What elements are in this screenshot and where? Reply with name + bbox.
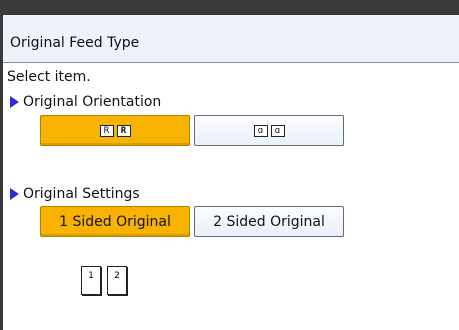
page-preview: 1 2 <box>81 266 127 295</box>
orientation-section-title: Original Orientation <box>10 94 161 110</box>
settings-title: Original Settings <box>23 186 140 202</box>
select-item-prompt: Select item. <box>7 69 91 85</box>
two-sided-label: 2 Sided Original <box>213 213 325 230</box>
one-sided-original-button[interactable]: 1 Sided Original <box>40 206 190 237</box>
orientation-unreadable-button[interactable]: ɑ ɑ <box>194 115 344 146</box>
dialog-title: Original Feed Type <box>10 35 140 51</box>
two-sided-original-button[interactable]: 2 Sided Original <box>194 206 344 237</box>
orientation-title: Original Orientation <box>23 94 162 110</box>
screen: Original Feed Type Select item. Original… <box>0 0 459 330</box>
section-triangle-icon <box>10 188 19 200</box>
page-1-label: 1 <box>88 271 94 281</box>
one-sided-label: 1 Sided Original <box>59 213 171 230</box>
section-triangle-icon <box>10 96 19 108</box>
page-2-label: 2 <box>114 271 120 281</box>
unreadable-orientation-icon: ɑ ɑ <box>253 124 285 137</box>
settings-section-title: Original Settings <box>10 186 140 202</box>
dialog-header: Original Feed Type <box>3 15 459 63</box>
readable-orientation-icon: R R <box>99 124 131 137</box>
orientation-readable-button[interactable]: R R <box>40 115 190 146</box>
page-1-icon: 1 <box>81 266 101 295</box>
page-2-icon: 2 <box>107 266 127 295</box>
top-bar <box>0 0 459 15</box>
